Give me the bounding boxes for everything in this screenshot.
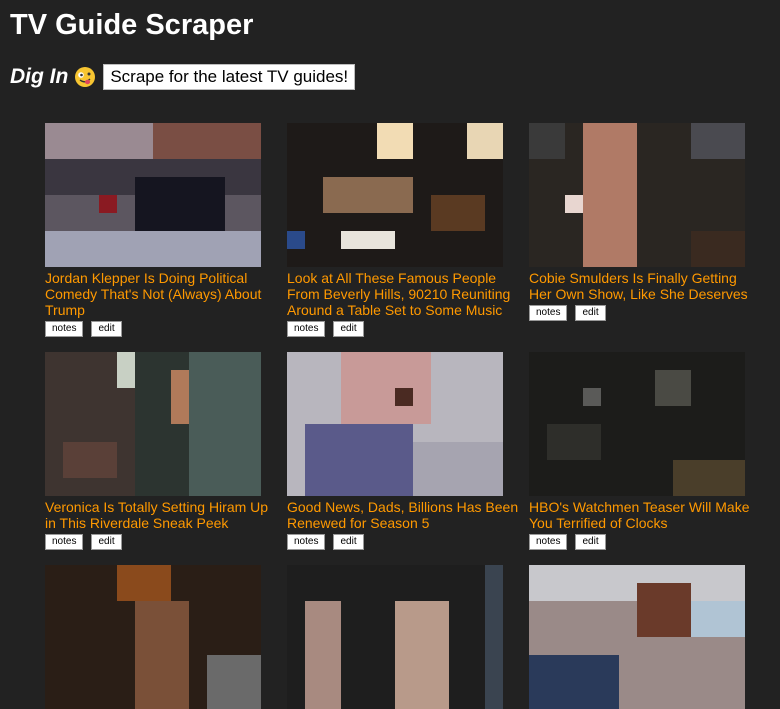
notes-button[interactable]: notes [45,534,84,550]
page-title: TV Guide Scraper [10,9,254,41]
article-actions: notes edit [45,321,279,337]
article-card: Jordan Klepper Is Doing Political Comedy… [45,123,279,337]
article-card [287,565,521,709]
article-card: Cobie Smulders Is Finally Getting Her Ow… [529,123,763,321]
article-card: Veronica Is Totally Setting Hiram Up in … [45,352,279,550]
article-card [529,565,763,709]
zany-face-icon [74,66,96,88]
edit-button[interactable]: edit [333,534,364,550]
notes-button[interactable]: notes [287,534,326,550]
notes-button[interactable]: notes [287,321,326,337]
article-thumbnail[interactable] [287,352,503,496]
article-actions: notes edit [287,321,521,337]
notes-button[interactable]: notes [529,534,568,550]
article-actions: notes edit [529,305,763,321]
article-card: Look at All These Famous People From Bev… [287,123,521,337]
article-thumbnail[interactable] [45,565,261,709]
article-thumbnail[interactable] [45,352,261,496]
article-thumbnail[interactable] [529,352,745,496]
article-card: Good News, Dads, Billions Has Been Renew… [287,352,521,550]
article-title-link[interactable]: Jordan Klepper Is Doing Political Comedy… [45,270,279,318]
edit-button[interactable]: edit [91,534,122,550]
article-title-link[interactable]: Good News, Dads, Billions Has Been Renew… [287,499,521,531]
article-thumbnail[interactable] [529,565,745,709]
article-actions: notes edit [287,534,521,550]
dig-in-label: Dig In [10,65,69,88]
scrape-button[interactable]: Scrape for the latest TV guides! [103,64,356,90]
edit-button[interactable]: edit [575,534,606,550]
article-title-link[interactable]: Cobie Smulders Is Finally Getting Her Ow… [529,270,763,302]
dig-in-row: Dig In Scrape for the latest TV guides! [10,64,356,90]
notes-button[interactable]: notes [529,305,568,321]
notes-button[interactable]: notes [45,321,84,337]
article-actions: notes edit [529,534,763,550]
article-thumbnail[interactable] [45,123,261,267]
edit-button[interactable]: edit [575,305,606,321]
article-title-link[interactable]: Look at All These Famous People From Bev… [287,270,521,318]
edit-button[interactable]: edit [91,321,122,337]
article-thumbnail[interactable] [287,565,503,709]
article-actions: notes edit [45,534,279,550]
article-thumbnail[interactable] [287,123,503,267]
article-title-link[interactable]: Veronica Is Totally Setting Hiram Up in … [45,499,279,531]
article-thumbnail[interactable] [529,123,745,267]
article-card: HBO's Watchmen Teaser Will Make You Terr… [529,352,763,550]
edit-button[interactable]: edit [333,321,364,337]
article-title-link[interactable]: HBO's Watchmen Teaser Will Make You Terr… [529,499,763,531]
article-card [45,565,279,709]
